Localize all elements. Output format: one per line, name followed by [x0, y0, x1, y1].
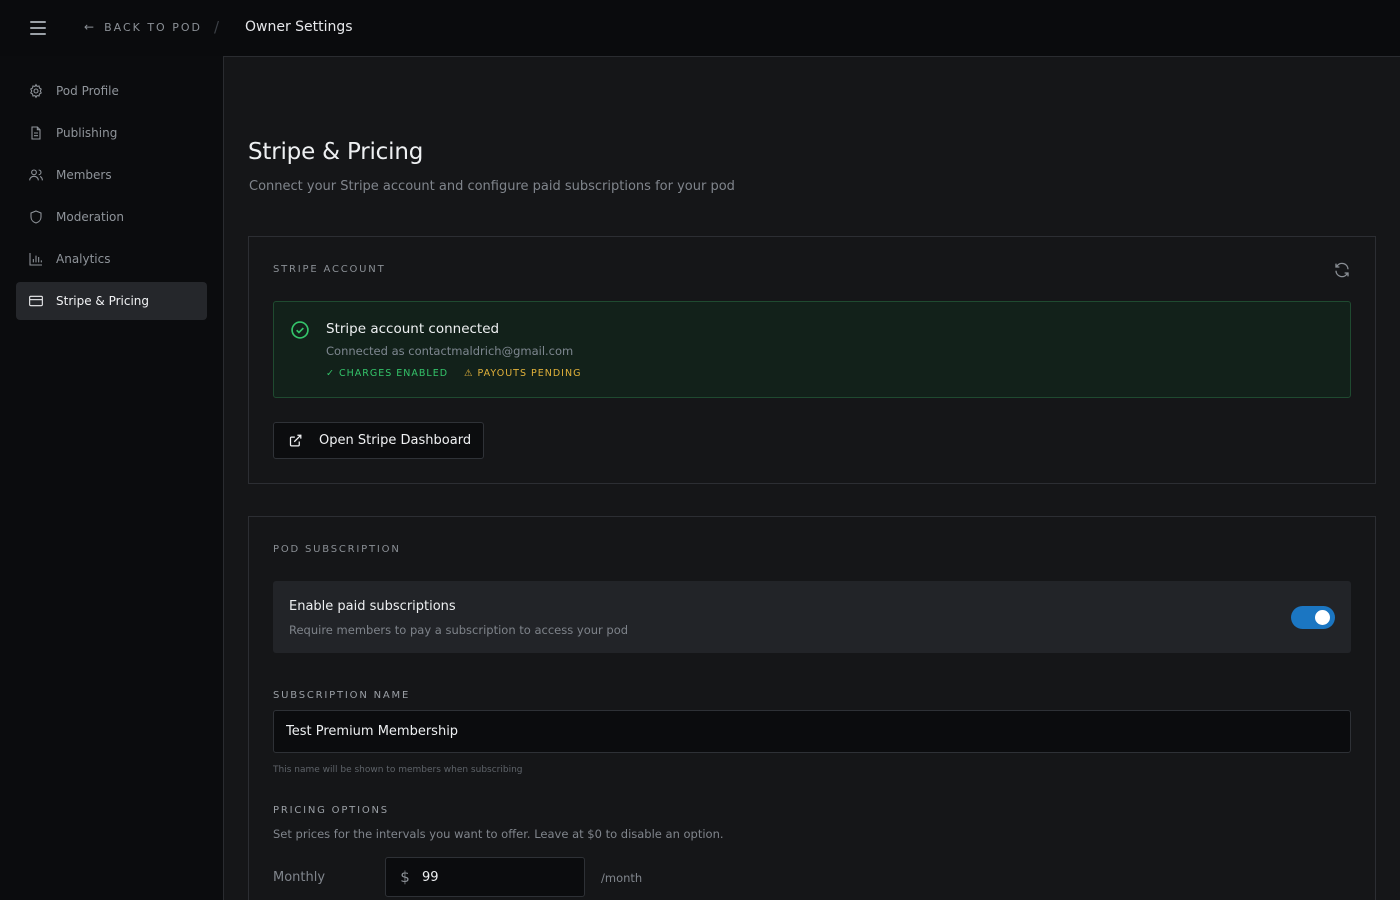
sidebar: Pod Profile Publishing Members Moderatio…	[0, 56, 223, 900]
sidebar-item-label: Analytics	[56, 252, 111, 266]
back-to-pod-link[interactable]: ← BACK TO POD	[84, 20, 202, 34]
subscription-name-hint: This name will be shown to members when …	[273, 765, 523, 775]
sidebar-item-moderation[interactable]: Moderation	[16, 198, 207, 236]
dollar-icon: $	[400, 868, 410, 886]
monthly-price-field: $	[385, 857, 585, 897]
enable-paid-subscriptions-row: Enable paid subscriptions Require member…	[273, 581, 1351, 653]
external-link-icon	[289, 434, 302, 447]
pricing-options-description: Set prices for the intervals you want to…	[273, 827, 724, 841]
stripe-account-card: STRIPE ACCOUNT Stripe account connected …	[248, 236, 1376, 484]
sidebar-item-members[interactable]: Members	[16, 156, 207, 194]
sidebar-item-label: Stripe & Pricing	[56, 294, 150, 308]
breadcrumb-separator: /	[214, 18, 220, 36]
payouts-pending-badge: ⚠ PAYOUTS PENDING	[464, 368, 582, 379]
monthly-price-input[interactable]	[422, 858, 572, 896]
breadcrumb-current: Owner Settings	[245, 19, 353, 35]
toggle-knob	[1315, 610, 1330, 625]
refresh-icon[interactable]	[1333, 261, 1351, 279]
shield-icon	[30, 210, 42, 224]
sidebar-item-label: Publishing	[56, 126, 118, 140]
check-circle-icon	[291, 321, 309, 339]
sidebar-item-label: Moderation	[56, 210, 124, 224]
page-title: Stripe & Pricing	[248, 139, 424, 165]
sidebar-item-stripe-pricing[interactable]: Stripe & Pricing	[16, 282, 207, 320]
section-label-pod-subscription: POD SUBSCRIPTION	[273, 544, 401, 555]
main-content: Stripe & Pricing Connect your Stripe acc…	[223, 56, 1400, 900]
monthly-label: Monthly	[273, 870, 326, 885]
monthly-unit-label: /month	[601, 871, 643, 885]
pricing-options-label: PRICING OPTIONS	[273, 805, 389, 816]
document-icon	[31, 126, 41, 140]
open-stripe-dashboard-label: Open Stripe Dashboard	[319, 433, 472, 448]
bar-chart-icon	[29, 253, 42, 266]
section-label-stripe-account: STRIPE ACCOUNT	[273, 264, 386, 275]
users-icon	[29, 169, 43, 181]
paid-subscriptions-toggle[interactable]	[1291, 606, 1335, 629]
credit-card-icon	[29, 295, 43, 307]
open-stripe-dashboard-button[interactable]: Open Stripe Dashboard	[273, 422, 485, 459]
subscription-name-input[interactable]	[273, 710, 1351, 753]
status-badges: ✓ CHARGES ENABLED ⚠ PAYOUTS PENDING	[326, 368, 581, 379]
gear-icon	[30, 83, 42, 99]
sidebar-item-label: Pod Profile	[56, 84, 119, 98]
toggle-title: Enable paid subscriptions	[289, 599, 456, 614]
arrow-left-icon: ←	[84, 20, 97, 34]
pod-subscription-card: POD SUBSCRIPTION Enable paid subscriptio…	[248, 516, 1376, 900]
connected-email: Connected as contactmaldrich@gmail.com	[326, 344, 574, 358]
sidebar-item-analytics[interactable]: Analytics	[16, 240, 207, 278]
subscription-name-label: SUBSCRIPTION NAME	[273, 690, 411, 701]
sidebar-item-label: Members	[56, 168, 112, 182]
connection-status-title: Stripe account connected	[326, 321, 500, 337]
toggle-description: Require members to pay a subscription to…	[289, 623, 629, 637]
sidebar-item-publishing[interactable]: Publishing	[16, 114, 207, 152]
back-to-pod-label: BACK TO POD	[104, 20, 202, 34]
charges-enabled-badge: ✓ CHARGES ENABLED	[326, 368, 449, 379]
page-subtitle: Connect your Stripe account and configur…	[249, 179, 735, 194]
top-bar: ← BACK TO POD / Owner Settings	[0, 0, 1400, 56]
sidebar-item-pod-profile[interactable]: Pod Profile	[16, 72, 207, 110]
menu-icon[interactable]	[30, 18, 54, 38]
stripe-connected-status: Stripe account connected Connected as co…	[273, 301, 1351, 398]
